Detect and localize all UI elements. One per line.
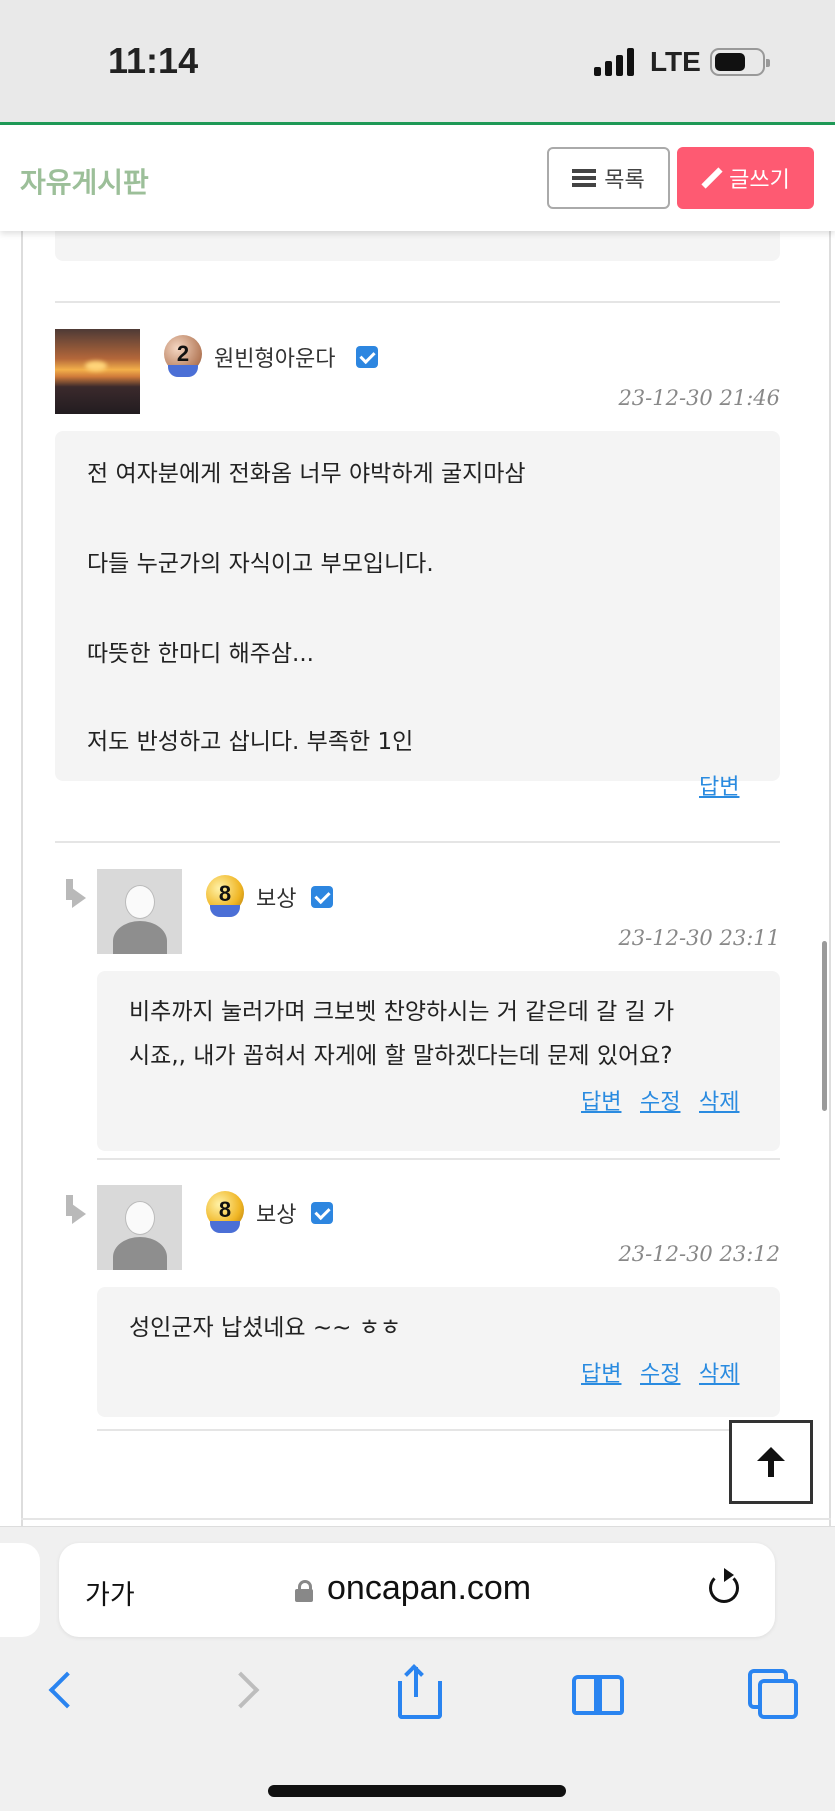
lock-icon bbox=[295, 1580, 313, 1602]
badge-wings bbox=[210, 1221, 240, 1233]
delete-link[interactable]: 삭제 bbox=[699, 1356, 739, 1388]
reply-link[interactable]: 답변 bbox=[581, 1356, 621, 1388]
comment-line: 성인군자 납셨네요 ~~ ㅎㅎ bbox=[129, 1315, 402, 1341]
scroll-to-top-button[interactable] bbox=[729, 1420, 813, 1504]
list-button-label: 목록 bbox=[604, 168, 645, 193]
write-button-label: 글쓰기 bbox=[729, 168, 790, 193]
reply-arrow-icon bbox=[62, 879, 90, 909]
bookmarks-icon[interactable] bbox=[570, 1667, 624, 1717]
verified-check-icon bbox=[311, 886, 333, 908]
home-indicator bbox=[268, 1785, 566, 1797]
username[interactable]: 보상 bbox=[256, 1197, 296, 1229]
adjacent-tab[interactable] bbox=[0, 1543, 40, 1637]
avatar[interactable] bbox=[55, 329, 140, 414]
arrow-up-icon bbox=[756, 1447, 786, 1477]
level-badge: 8 bbox=[204, 1191, 246, 1235]
comment-line: 시죠,, 내가 꼽혀서 자게에 할 말하겠다는데 문제 있어요? bbox=[129, 1043, 673, 1069]
divider bbox=[97, 1158, 780, 1160]
comment-date: 23-12-30 23:11 bbox=[618, 926, 780, 950]
forward-icon[interactable] bbox=[222, 1667, 272, 1717]
reply-link[interactable]: 답변 bbox=[581, 1084, 621, 1116]
pencil-icon bbox=[701, 168, 721, 188]
signal-icon bbox=[594, 48, 636, 76]
comment-date: 23-12-30 21:46 bbox=[618, 386, 780, 410]
reply-arrow-icon bbox=[62, 1195, 90, 1225]
level-badge: 2 bbox=[162, 335, 204, 379]
comment-card bbox=[97, 1287, 780, 1417]
scrollbar-thumb[interactable] bbox=[822, 941, 827, 1111]
network-label: LTE bbox=[650, 46, 701, 77]
verified-check-icon bbox=[311, 1202, 333, 1224]
comment-date: 23-12-30 23:12 bbox=[618, 1242, 780, 1266]
avatar[interactable] bbox=[97, 1185, 182, 1270]
browser-toolbar: 가가 oncapan.com bbox=[0, 1526, 835, 1811]
avatar-body bbox=[113, 1237, 167, 1270]
address-bar[interactable]: 가가 oncapan.com bbox=[59, 1543, 775, 1637]
reply-link[interactable]: 답변 bbox=[699, 769, 739, 801]
url-text[interactable]: oncapan.com bbox=[327, 1569, 531, 1608]
edit-link[interactable]: 수정 bbox=[640, 1084, 680, 1116]
username[interactable]: 보상 bbox=[256, 881, 296, 913]
tabs-icon[interactable] bbox=[746, 1667, 798, 1719]
verified-check-icon bbox=[356, 346, 378, 368]
avatar[interactable] bbox=[97, 869, 182, 954]
comment-card bbox=[55, 231, 780, 261]
text-size-button[interactable]: 가가 bbox=[85, 1573, 135, 1612]
avatar-head bbox=[125, 1201, 155, 1235]
delete-link[interactable]: 삭제 bbox=[699, 1084, 739, 1116]
avatar-body bbox=[113, 921, 167, 954]
battery-icon bbox=[710, 48, 770, 76]
list-button[interactable]: 목록 bbox=[547, 147, 670, 209]
comment-line: 따뜻한 한마디 해주삼... bbox=[87, 641, 314, 667]
board-title[interactable]: 자유게시판 bbox=[20, 161, 149, 201]
badge-wings bbox=[168, 365, 198, 377]
share-icon[interactable] bbox=[393, 1664, 443, 1719]
divider bbox=[55, 841, 780, 843]
back-icon[interactable] bbox=[40, 1667, 90, 1717]
badge-wings bbox=[210, 905, 240, 917]
section-divider bbox=[21, 1518, 831, 1520]
reload-icon[interactable] bbox=[709, 1568, 739, 1603]
level-badge: 8 bbox=[204, 875, 246, 919]
username[interactable]: 원빈형아운다 bbox=[214, 341, 335, 373]
divider bbox=[55, 301, 780, 303]
write-button[interactable]: 글쓰기 bbox=[677, 147, 814, 209]
comment-line: 저도 반성하고 삽니다. 부족한 1인 bbox=[87, 729, 414, 755]
list-icon bbox=[572, 169, 597, 187]
comment-line: 비추까지 눌러가며 크보벳 찬양하시는 거 같은데 갈 길 가 bbox=[129, 999, 675, 1025]
edit-link[interactable]: 수정 bbox=[640, 1356, 680, 1388]
comment-line: 전 여자분에게 전화옴 너무 야박하게 굴지마삼 bbox=[87, 461, 526, 487]
status-time: 11:14 bbox=[108, 40, 199, 81]
avatar-head bbox=[125, 885, 155, 919]
board-header: 자유게시판 목록 글쓰기 bbox=[0, 125, 835, 231]
comment-list[interactable]: 답변 2 원빈형아운다 23-12-30 21:46 전 여자분에게 전화옴 너… bbox=[0, 231, 835, 1526]
comment-line: 다들 누군가의 자식이고 부모입니다. bbox=[87, 551, 434, 577]
divider bbox=[97, 1429, 780, 1431]
status-bar: 11:14 LTE bbox=[0, 0, 835, 125]
